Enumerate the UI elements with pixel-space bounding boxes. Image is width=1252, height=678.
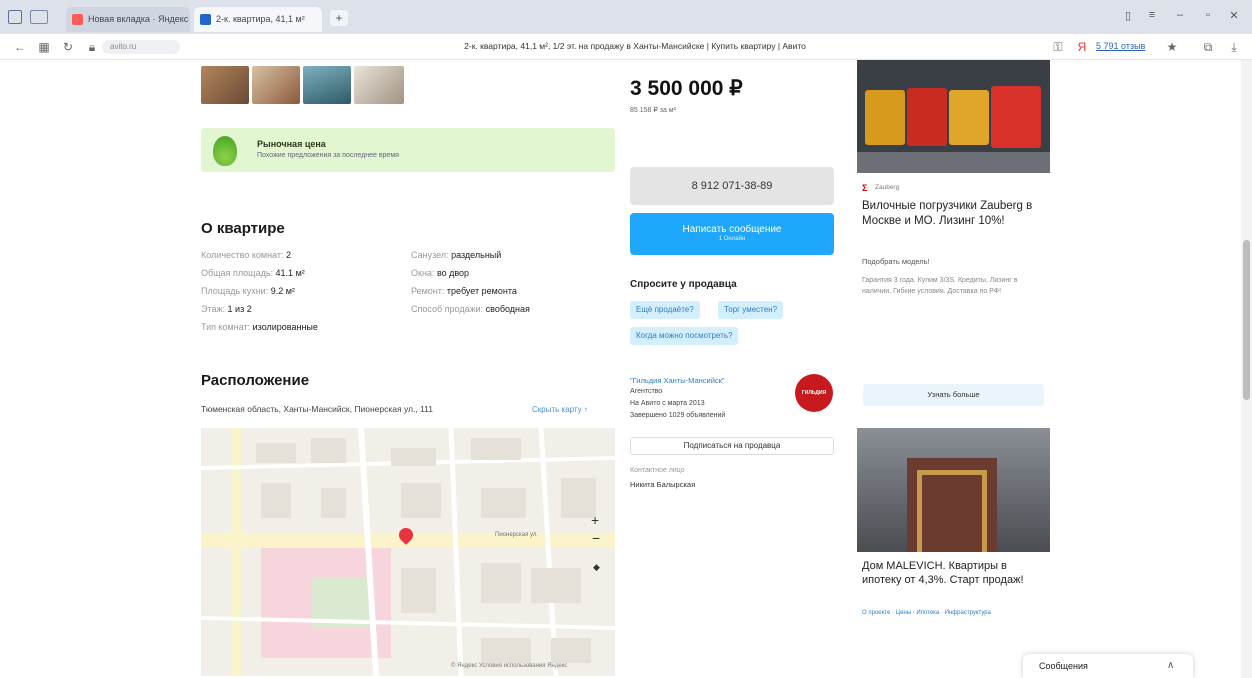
flame-icon [213, 136, 237, 166]
promo-subtitle: Похожие предложения за последнее время [257, 152, 399, 159]
ad-forklift-image[interactable] [857, 60, 1050, 173]
share-icon[interactable]: ⧉ [1200, 39, 1216, 55]
forklift-yellow [865, 90, 905, 145]
yandex-y-icon[interactable]: Я [1074, 39, 1090, 55]
lock-icon: 🔒︎ [88, 40, 96, 54]
ad-text: Гарантия 3 года. Купим 3/3S. Кредиты, Ли… [862, 277, 1018, 295]
param-row: Тип комнат: изолированные [201, 322, 318, 332]
agency-name-link[interactable]: "Гильдия Ханты-Мансийск" [630, 376, 725, 385]
param-row: Ремонт: требует ремонта [411, 286, 517, 296]
bookmarks-icon[interactable]: ▯ [1120, 9, 1136, 22]
question-chip[interactable]: Когда можно посмотреть? [630, 327, 739, 345]
close-icon[interactable]: ✕ [1226, 9, 1242, 22]
agency-count: Завершено 1029 объявлений [630, 412, 726, 419]
ad-link[interactable]: Подобрать модель! [862, 257, 930, 266]
question-chip[interactable]: Торг уместен? [718, 301, 784, 319]
map-canvas[interactable] [201, 428, 615, 676]
forklift-red [991, 86, 1041, 148]
street-label: Пионерская ул. [495, 532, 539, 538]
minimize-icon[interactable]: – [1172, 9, 1188, 21]
browser-tab-bar: Новая вкладка · Яндекс 2-к. квартира, 41… [0, 0, 1252, 34]
address-bar: ← ▦ ↻ 🔒︎ avito.ru 2-к. квартира, 41,1 м²… [0, 34, 1252, 60]
tab-listing[interactable]: 2-к. квартира, 41,1 м² [194, 7, 322, 32]
agency-type: Агентство [630, 388, 663, 395]
forklift-red [907, 88, 947, 146]
tabs-icon[interactable] [30, 10, 48, 24]
photo-thumbnail-4[interactable] [354, 66, 404, 104]
message-button-sub: 1 Онлайн [718, 236, 746, 242]
entrance-frame [917, 470, 987, 552]
message-button-label: Написать сообщение [682, 224, 782, 235]
tab-label: Новая вкладка · Яндекс [88, 14, 189, 24]
locate-icon[interactable]: ◆ [593, 562, 600, 573]
write-message-button[interactable]: Написать сообщение 1 Онлайн [630, 213, 834, 255]
messenger-bar[interactable]: Сообщения ∧ [1023, 654, 1193, 678]
price: 3 500 000 ₽ [630, 77, 743, 100]
ad-card-malevich[interactable]: Дом MALEVICH. Квартиры в ипотеку от 4,3%… [857, 552, 1050, 624]
tabs-grid-icon[interactable]: ▦ [36, 39, 52, 55]
forklift-yellow [949, 90, 989, 145]
ask-seller-heading: Спросите у продавца [630, 279, 737, 290]
avito-favicon-icon [200, 14, 211, 25]
ad-floor [857, 152, 1050, 173]
about-apartment-heading: О квартире [201, 220, 285, 237]
key-icon[interactable]: ⚿ [1050, 39, 1066, 55]
ad-links[interactable]: О проекте · Цены · Ипотека · Инфраструкт… [862, 610, 991, 616]
show-phone-button[interactable]: 8 912 071-38-89 [630, 167, 834, 205]
tab-label: 2-к. квартира, 41,1 м² [216, 14, 305, 24]
back-icon[interactable]: ← [12, 39, 28, 55]
param-row: Площадь кухни: 9.2 м² [201, 286, 295, 296]
param-row: Способ продажи: свободная [411, 304, 530, 314]
question-chip[interactable]: Ещё продаёте? [630, 301, 700, 319]
subscribe-seller-button[interactable]: Подписаться на продавца [630, 437, 834, 455]
param-row: Санузел: раздельный [411, 250, 502, 260]
param-row: Количество комнат: 2 [201, 250, 291, 260]
address-text: Тюменская область, Ханты-Мансийск, Пионе… [201, 404, 433, 414]
ad-title[interactable]: Дом MALEVICH. Квартиры в ипотеку от 4,3%… [862, 559, 1047, 587]
zoom-out-button[interactable]: − [592, 530, 600, 546]
agency-since: На Авито с марта 2013 [630, 400, 705, 407]
param-row: Окна: во двор [411, 268, 470, 278]
menu-icon[interactable]: ≡ [1144, 9, 1160, 21]
ad-building-image[interactable] [857, 428, 1050, 552]
photo-thumbnail-3[interactable] [303, 66, 351, 104]
hide-map-link[interactable]: Скрыть карту ↑ [532, 405, 588, 414]
ad-card-forklift[interactable]: Σ Zauberg Вилочные погрузчики Zauberg в … [857, 173, 1050, 418]
param-row: Этаж: 1 из 2 [201, 304, 252, 314]
promo-title: Рыночная цена [257, 139, 326, 149]
ad-more-button[interactable]: Узнать больше [863, 384, 1044, 406]
param-row: Общая площадь: 41.1 м² [201, 268, 305, 278]
messenger-label: Сообщения [1039, 661, 1088, 671]
ad-title[interactable]: Вилочные погрузчики Zauberg в Москве и М… [862, 199, 1047, 229]
browser-menu-icon[interactable] [8, 10, 22, 24]
market-price-banner: Рыночная цена Похожие предложения за пос… [201, 128, 615, 172]
bookmark-star-icon[interactable]: ★ [1164, 39, 1180, 55]
price-per-meter: 85 158 ₽ за м² [630, 107, 676, 114]
reviews-link[interactable]: 5 791 отзыв [1096, 41, 1145, 51]
map-copyright: © Яндекс Условия использования Яндекс [451, 663, 568, 669]
chevron-up-icon[interactable]: ∧ [1167, 660, 1174, 671]
zauberg-logo-icon: Σ [862, 183, 868, 193]
ad-brand: Zauberg [875, 184, 900, 191]
tab-yandex[interactable]: Новая вкладка · Яндекс [66, 7, 190, 32]
page-title-text: 2-к. квартира, 41,1 м², 1/2 эт. на прода… [464, 41, 806, 51]
new-tab-button[interactable]: + [330, 10, 348, 26]
maximize-icon[interactable]: ▫ [1200, 9, 1216, 21]
zoom-in-button[interactable]: + [591, 512, 599, 528]
download-icon[interactable]: ⤓ [1226, 39, 1242, 55]
photo-thumbnail-1[interactable] [201, 66, 249, 104]
scrollbar-thumb[interactable] [1243, 240, 1250, 400]
location-heading: Расположение [201, 372, 310, 389]
yandex-favicon-icon [72, 14, 83, 25]
location-map[interactable]: Пионерская ул. + − ◆ © Яндекс Условия ис… [201, 428, 615, 676]
reload-icon[interactable]: ↻ [60, 39, 76, 55]
contact-label: Контактное лицо [630, 467, 685, 474]
contact-name: Никита Балырская [630, 480, 696, 489]
url-field[interactable]: avito.ru [102, 40, 180, 54]
seller-avatar[interactable]: ГИЛЬДИЯ [795, 374, 833, 412]
photo-thumbnail-2[interactable] [252, 66, 300, 104]
